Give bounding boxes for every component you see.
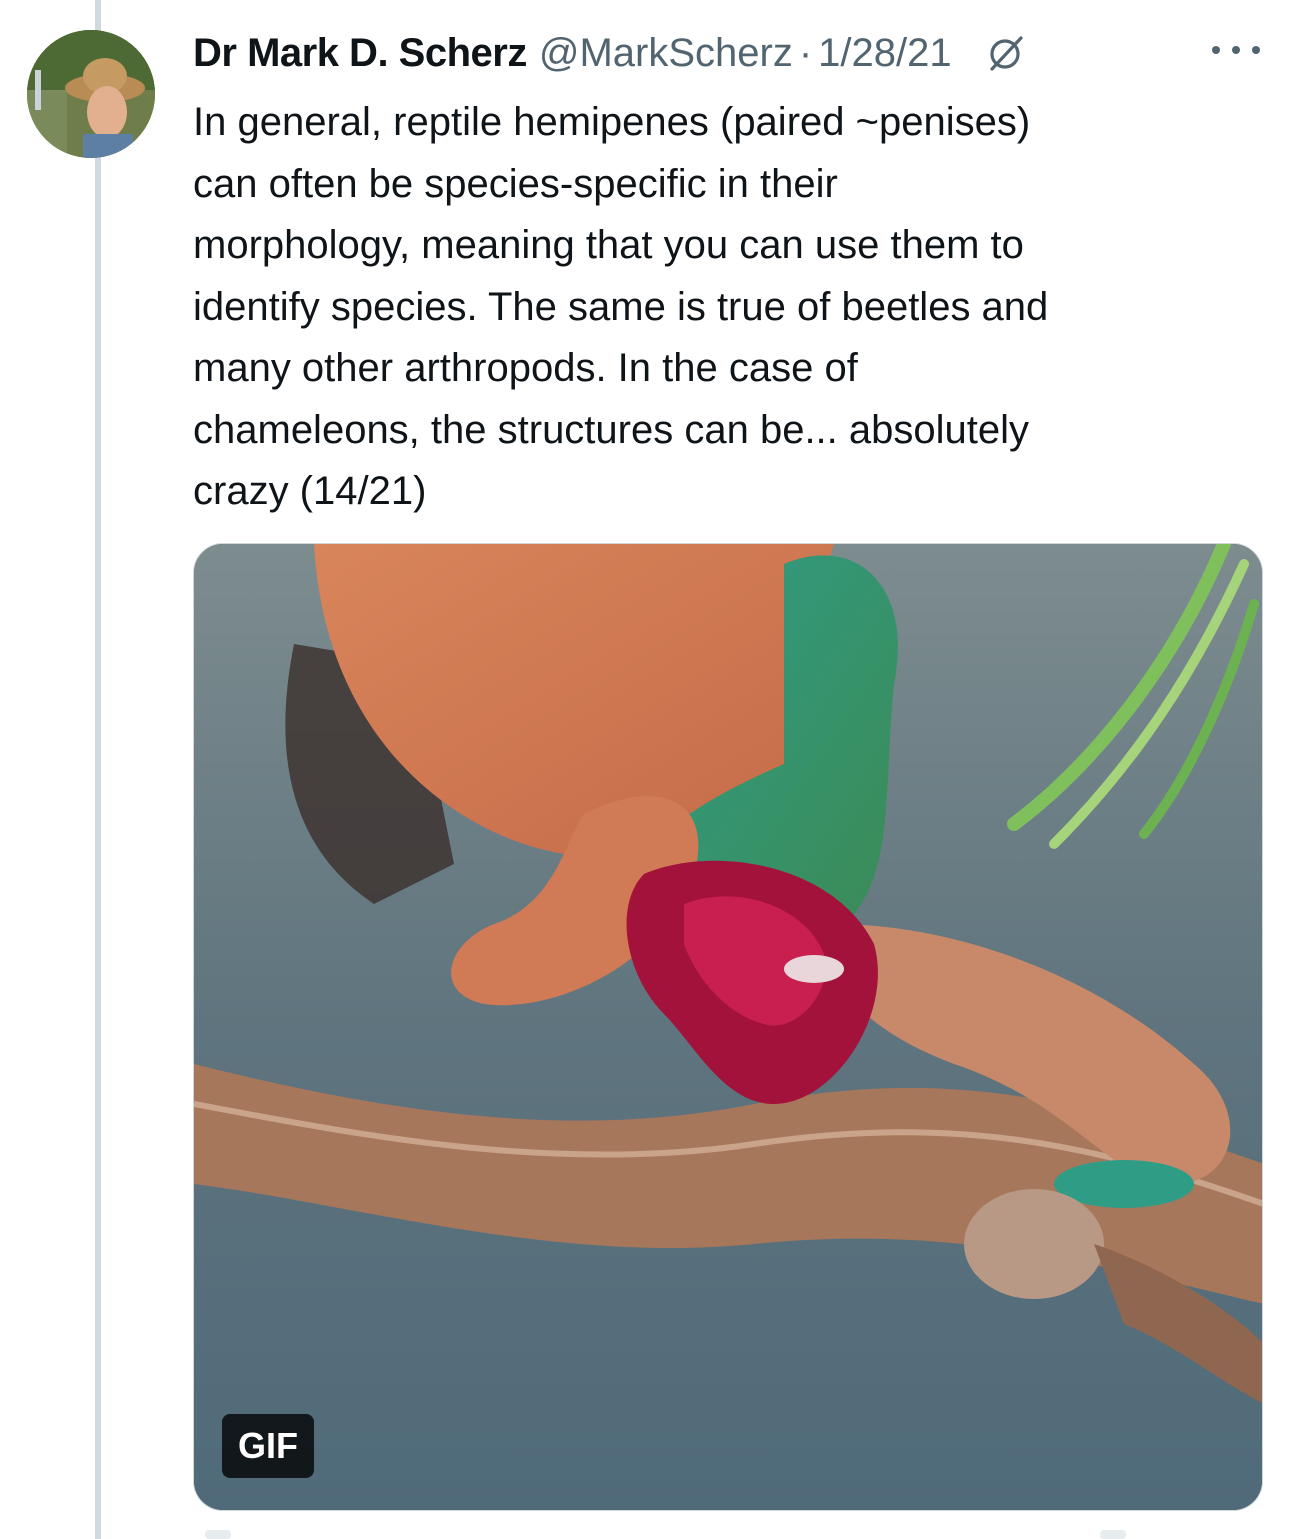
author-avatar[interactable] bbox=[27, 30, 155, 158]
tweet-text-line: morphology, meaning that you can use the… bbox=[193, 223, 1024, 267]
separator-dot: · bbox=[798, 30, 813, 75]
tweet-text-line: crazy (14/21) bbox=[193, 469, 427, 513]
author-handle[interactable]: @MarkScherz bbox=[539, 31, 793, 76]
tweet-text-line: many other arthropods. In the case of bbox=[193, 346, 858, 390]
tweet-text: In general, reptile hemipenes (paired ~p… bbox=[193, 92, 1253, 523]
avatar-image bbox=[27, 30, 155, 158]
tweet-date[interactable]: 1/28/21 bbox=[818, 31, 951, 76]
tweet-media-gif[interactable]: GIF bbox=[193, 543, 1263, 1511]
chameleon-gif-image bbox=[194, 544, 1262, 1510]
tweet-text-line: can often be species-specific in their bbox=[193, 161, 838, 206]
thread-connector-line bbox=[95, 0, 101, 1539]
tweet-header: Dr Mark D. Scherz @MarkScherz · 1/28/21 bbox=[193, 26, 1026, 80]
more-options-icon[interactable] bbox=[1208, 40, 1264, 60]
author-name[interactable]: Dr Mark D. Scherz bbox=[193, 31, 527, 76]
gif-badge: GIF bbox=[222, 1414, 314, 1478]
tweet-text-line: identify species. The same is true of be… bbox=[193, 284, 1049, 329]
tweet-page: Dr Mark D. Scherz @MarkScherz · 1/28/21 … bbox=[0, 0, 1290, 1539]
tweet-text-line: In general, reptile hemipenes (paired ~p… bbox=[193, 100, 1031, 144]
action-bar-hint bbox=[1100, 1530, 1126, 1539]
grok-icon[interactable] bbox=[986, 33, 1026, 73]
action-bar-hint bbox=[205, 1530, 231, 1539]
tweet-text-line: chameleons, the structures can be... abs… bbox=[193, 407, 1030, 452]
